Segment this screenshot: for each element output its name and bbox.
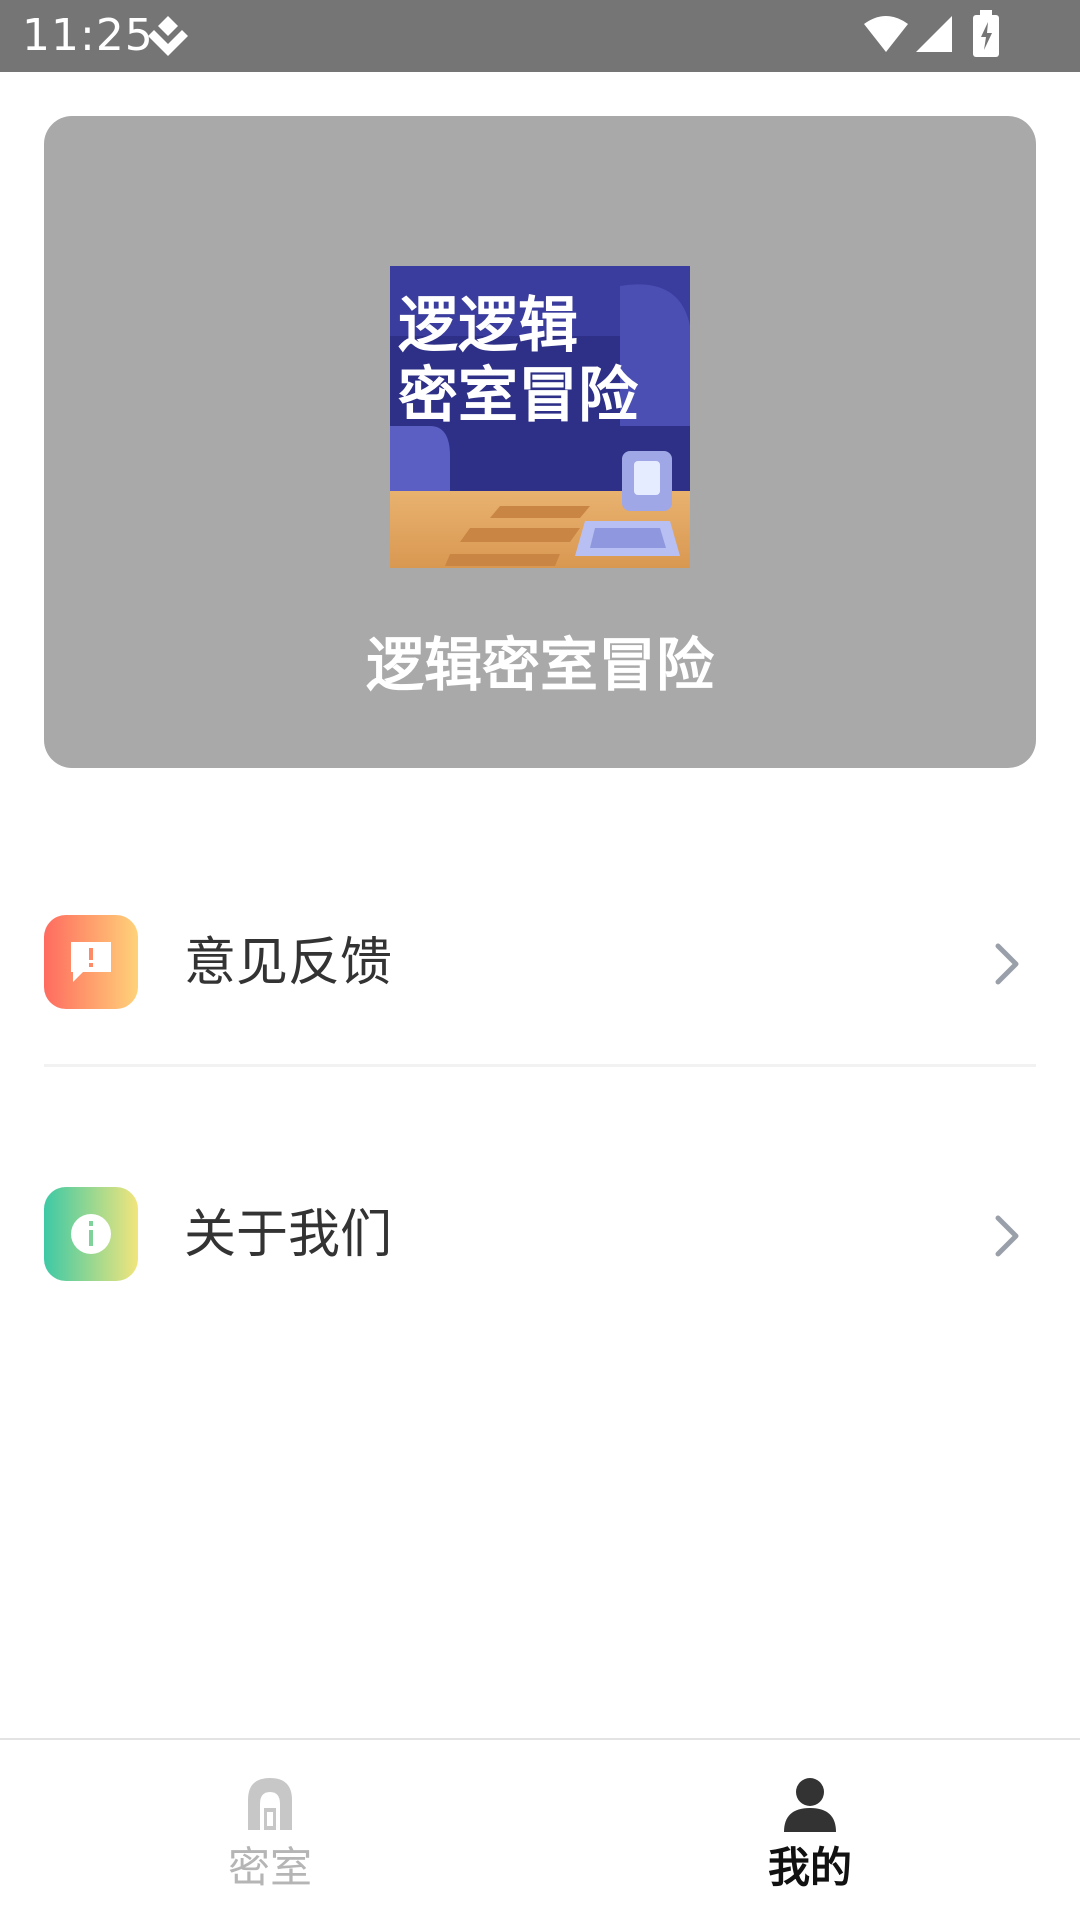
wifi-icon xyxy=(864,16,908,52)
info-icon xyxy=(71,1214,111,1254)
about-icon-box xyxy=(44,1187,138,1281)
notification-diamond-icon xyxy=(148,16,188,56)
menu-label-about: 关于我们 xyxy=(184,1205,393,1265)
door-icon xyxy=(248,1778,292,1830)
menu-item-about[interactable]: 关于我们 xyxy=(0,1164,1080,1304)
logo-text-line2: 密室冒险 xyxy=(398,361,639,431)
chevron-right-icon xyxy=(995,1215,1019,1257)
signal-icon xyxy=(916,16,952,52)
nav-tab-rooms[interactable]: 密室 xyxy=(0,1740,540,1920)
bottom-nav: 密室 我的 xyxy=(0,1738,1080,1920)
feedback-icon-box xyxy=(44,915,138,1009)
chevron-right-icon xyxy=(995,943,1019,985)
feedback-alert-icon xyxy=(71,942,111,982)
status-bar: 11:25 xyxy=(0,0,1080,72)
logo-text-line1: 逻逻辑 xyxy=(398,291,578,361)
nav-tab-mine[interactable]: 我的 xyxy=(540,1740,1080,1920)
app-name: 逻辑密室冒险 xyxy=(365,631,714,699)
status-time: 11:25 xyxy=(22,10,154,61)
menu-item-feedback[interactable]: 意见反馈 xyxy=(0,892,1080,1032)
menu-divider xyxy=(44,1064,1036,1067)
menu-label-feedback: 意见反馈 xyxy=(184,933,393,993)
app-banner: 逻逻辑 密室冒险 逻辑密室冒险 xyxy=(44,116,1036,768)
person-icon xyxy=(784,1778,836,1832)
nav-label-rooms: 密室 xyxy=(227,1843,312,1892)
battery-charging-icon xyxy=(973,10,999,57)
screen: 11:25 逻逻辑 密室冒险 逻辑密室冒险 意见反馈 关于我们 密室 我的 xyxy=(0,0,1080,1920)
nav-label-mine: 我的 xyxy=(767,1843,852,1892)
app-logo: 逻逻辑 密室冒险 xyxy=(390,266,690,568)
